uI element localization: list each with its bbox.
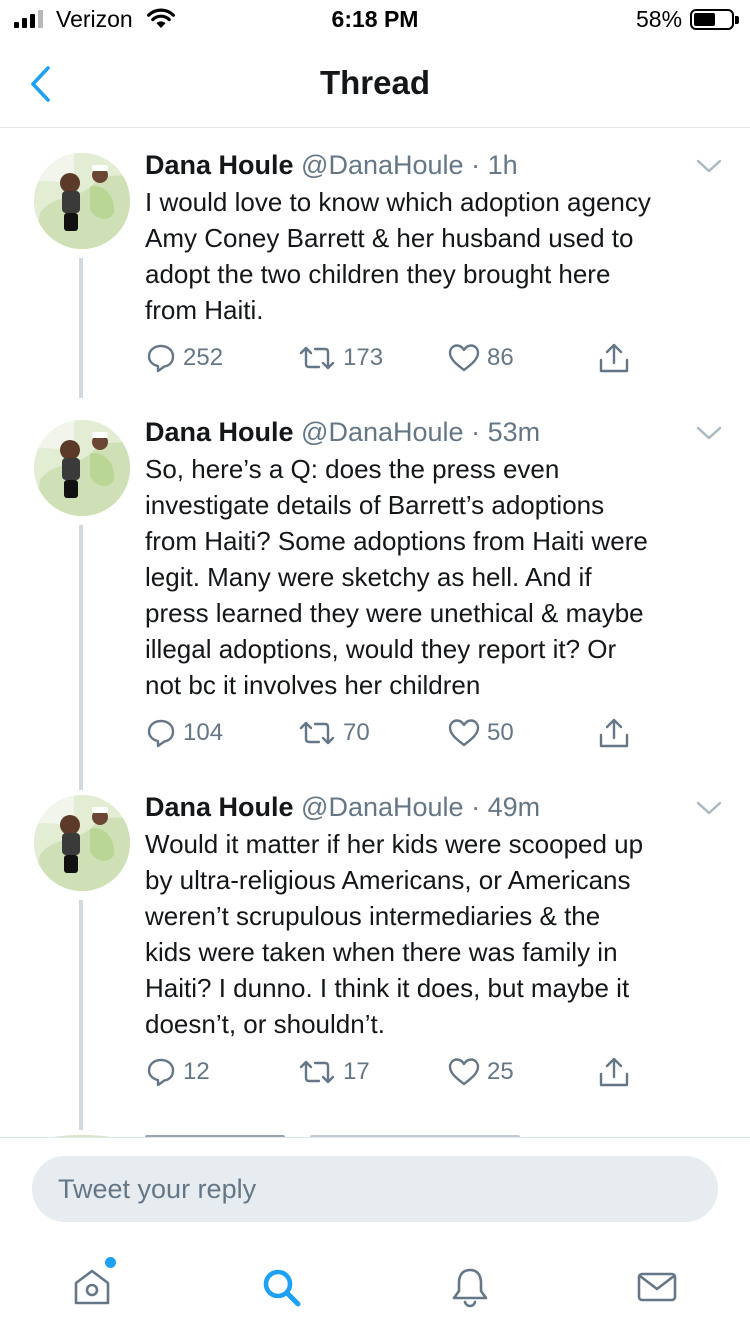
author-handle[interactable]: @DanaHoule [301,792,464,822]
tweet-menu-button[interactable] [694,154,724,178]
chevron-down-icon [696,801,722,815]
tweet-menu-button[interactable] [694,796,724,820]
tweet-time: 49m [487,792,541,822]
tweet-menu-button[interactable] [694,421,724,445]
share-icon [599,1057,629,1087]
messages-envelope-icon [637,1272,677,1302]
tweet-time: 53m [487,417,541,447]
tab-notifications[interactable] [440,1257,500,1317]
chevron-down-icon [696,159,722,173]
avatar[interactable] [34,420,130,516]
share-icon [599,343,629,373]
share-button[interactable] [597,1052,631,1092]
retweet-button[interactable]: 173 [297,338,383,378]
tweet[interactable]: Dana Houle @DanaHoule · 53m So, here’s a… [0,415,750,790]
retweet-count: 173 [343,344,384,371]
reply-count: 252 [183,344,224,371]
author-name[interactable]: Dana Houle [145,417,294,447]
reply-icon [147,344,175,373]
tab-bar [0,1237,750,1334]
home-icon [74,1269,110,1305]
reply-icon [147,1058,175,1087]
tab-messages[interactable] [627,1257,687,1317]
retweet-button[interactable]: 70 [297,713,370,753]
tweet-time: 1h [487,150,518,180]
battery-icon [690,9,739,30]
avatar[interactable] [34,795,130,891]
tweet[interactable]: Dana Houle @DanaHoule · 1h I would love … [0,148,750,398]
tweet-text: I would love to know which adoption agen… [145,187,651,325]
retweet-button[interactable]: 17 [297,1052,370,1092]
battery-level [694,13,715,26]
retweet-count: 17 [343,1058,370,1085]
reply-button[interactable]: 12 [145,1052,210,1092]
like-button[interactable]: 86 [447,338,514,378]
thread-line [79,525,83,790]
like-button[interactable]: 50 [447,713,514,753]
share-icon [599,718,629,748]
navigation-header: Thread [0,40,750,128]
reply-composer [0,1137,750,1237]
tweet-text: Would it matter if her kids were scooped… [145,829,644,1039]
reply-icon [147,719,175,748]
tab-home[interactable] [62,1257,122,1317]
author-name[interactable]: Dana Houle [145,150,294,180]
heart-icon [448,344,480,372]
like-count: 25 [487,1058,514,1085]
page-title: Thread [319,64,431,101]
tweet[interactable]: Dana Houle @DanaHoule · 49m Would it mat… [0,790,750,1130]
thread-line [79,258,83,398]
tab-search[interactable] [251,1257,311,1317]
search-icon [263,1269,301,1307]
battery-percentage: 58% [636,6,683,32]
retweet-icon [299,721,335,745]
tweet-header: Dana Houle @DanaHoule · 1h [145,150,518,180]
share-button[interactable] [597,713,631,753]
tweet-header: Dana Houle @DanaHoule · 49m [145,792,541,822]
tweet-actions: 104 70 50 [145,713,705,753]
reply-count: 12 [183,1058,210,1085]
tweet-text: So, here’s a Q: does the press even inve… [145,454,648,700]
like-button[interactable]: 25 [447,1052,514,1092]
avatar[interactable] [34,153,130,249]
like-count: 50 [487,719,514,746]
like-count: 86 [487,344,514,371]
retweet-count: 70 [343,719,370,746]
heart-icon [448,719,480,747]
reply-button[interactable]: 252 [145,338,223,378]
reply-count: 104 [183,719,224,746]
author-handle[interactable]: @DanaHoule [301,150,464,180]
notifications-bell-icon [452,1268,488,1308]
author-name[interactable]: Dana Houle [145,792,294,822]
status-bar: Verizon 6:18 PM 58% [0,0,750,40]
tweet-actions: 252 173 86 [145,338,705,378]
share-button[interactable] [597,338,631,378]
retweet-icon [299,346,335,370]
retweet-icon [299,1060,335,1084]
new-content-dot [105,1257,116,1268]
thread-line [79,900,83,1130]
author-handle[interactable]: @DanaHoule [301,417,464,447]
tweet-actions: 12 17 25 [145,1052,705,1092]
reply-input[interactable] [32,1156,718,1222]
tweet-header: Dana Houle @DanaHoule · 53m [145,417,541,447]
chevron-down-icon [696,426,722,440]
reply-button[interactable]: 104 [145,713,223,753]
heart-icon [448,1058,480,1086]
